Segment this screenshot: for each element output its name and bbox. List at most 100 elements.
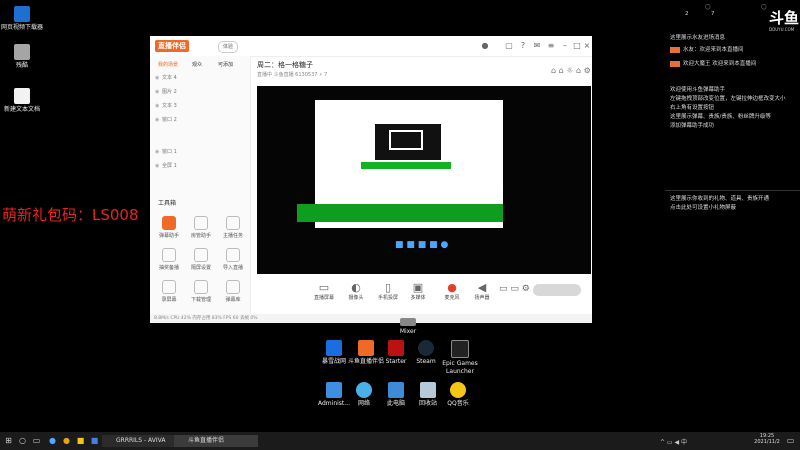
chat-line: 这里展示水友进场消息 <box>670 35 726 41</box>
source-row[interactable]: ◉ 窗口 2 <box>155 114 245 126</box>
search-icon[interactable]: ○ <box>18 436 27 445</box>
tool-danmu-library[interactable]: 弹幕库 <box>218 280 248 303</box>
battlenet-icon <box>326 340 342 356</box>
speaker-icon: ◀ <box>477 281 487 294</box>
close-icon[interactable]: × <box>582 41 592 51</box>
preview-taskbar-icons: ■ ■ ■ ■ ● <box>395 240 449 250</box>
help-icon[interactable]: ? <box>518 41 528 51</box>
main-area: 周二：格一格糖子 直播中 斗鱼直播 6130537 ⚡ 7 ⌂ ⌂ ☼ ⌂ ⚙ … <box>251 56 592 314</box>
tool-import[interactable]: 导入直播 <box>218 248 248 271</box>
network-icon <box>356 382 372 398</box>
preview-green-bar <box>297 204 503 222</box>
live-companion-window: 直播伴侣 体验 ● ▢ ? ✉ ≡ – □ × 我的场景 观众 可添加 ◉ 文本 … <box>150 36 592 323</box>
menu-icon[interactable]: ≡ <box>546 41 556 51</box>
desktop-icon-user[interactable]: 残酷 <box>0 44 44 70</box>
settings-tab[interactable]: ◯ <box>761 4 767 10</box>
tab-my-scene[interactable]: 我的场景 <box>158 61 178 68</box>
phone-icon: ▯ <box>384 281 392 294</box>
douyu-url: DOUYU.COM <box>769 27 795 32</box>
downloader-icon <box>14 6 30 22</box>
task-icon <box>226 216 240 230</box>
microphone-button[interactable]: ● 麦克风 <box>435 281 469 302</box>
chat-line: 这里展示弹幕、贵族/贵族、粉丝牌升级等 <box>670 114 771 120</box>
folder-icon[interactable]: ■ <box>76 436 85 445</box>
mail-icon[interactable]: ✉ <box>532 41 542 51</box>
app-icon[interactable]: ■ <box>90 436 99 445</box>
eye-icon: ◉ <box>155 103 160 109</box>
tool-room-admin[interactable]: 房管助手 <box>186 216 216 239</box>
version-badge[interactable]: 体验 <box>218 41 239 53</box>
chat-line: 右上角有设置按钮 <box>670 105 715 111</box>
tool-download[interactable]: 下载管理 <box>186 280 216 303</box>
tool-record[interactable]: 录屏幕 <box>154 280 184 303</box>
tab-addable[interactable]: 可添加 <box>218 61 233 68</box>
monitor-icon: ▭ <box>318 281 330 294</box>
desktop-icon-video-downloader[interactable]: 网页视频下载器 <box>0 6 44 32</box>
copy-icon[interactable]: ▢ <box>504 41 514 51</box>
notification-icon[interactable]: ▭ <box>786 436 795 445</box>
tool-host-task[interactable]: 主播任务 <box>218 216 248 239</box>
source-row[interactable]: ◉ 窗口 1 <box>155 146 245 158</box>
level-badge <box>670 61 680 67</box>
room-meta: 直播中 斗鱼直播 6130537 ⚡ 7 <box>257 72 328 78</box>
speaker-button[interactable]: ◀ 扬声器 <box>465 281 499 302</box>
tab-audience[interactable]: 观众 <box>192 61 202 68</box>
danmu-tab[interactable]: ◯ <box>705 4 725 14</box>
source-row[interactable]: ◉ 文本 4 <box>155 72 245 84</box>
eye-icon: ◉ <box>155 149 160 155</box>
source-row[interactable]: ◉ 图片 2 <box>155 86 245 98</box>
clock[interactable]: 19:25 2021/11/2 <box>752 433 782 445</box>
toolbox-title: 工具箱 <box>158 200 177 207</box>
tool-danmu-assistant[interactable]: 弹幕助手 <box>154 216 184 239</box>
gift-line: 点击此处可设置小礼物屏蔽 <box>670 205 737 211</box>
maximize-icon[interactable]: □ <box>572 41 582 51</box>
room-action-icons[interactable]: ⌂ ⌂ ☼ ⌂ ⚙ <box>551 66 591 75</box>
douyu-logo: 斗鱼 <box>769 9 800 27</box>
tool-screen-setting[interactable]: 隔屏设置 <box>186 248 216 271</box>
source-row[interactable]: ◉ 文本 3 <box>155 100 245 112</box>
app-logo: 直播伴侣 <box>155 40 189 52</box>
source-camera-button[interactable]: ◐ 摄像头 <box>339 282 373 302</box>
desktop-icon-epic[interactable]: Epic Games Launcher <box>438 340 482 376</box>
minimize-icon[interactable]: – <box>560 41 570 51</box>
douyu-icon <box>358 340 374 356</box>
tool-lottery[interactable]: 抽奖备播 <box>154 248 184 271</box>
starter-icon <box>388 340 404 356</box>
source-row[interactable]: ◉ 全屏 1 <box>155 160 245 172</box>
title-bar: 直播伴侣 体验 ● ▢ ? ✉ ≡ – □ × <box>150 36 592 57</box>
microphone-icon: ● <box>447 281 457 294</box>
task-douyu[interactable]: 斗鱼直播伴侣 <box>174 435 258 447</box>
desktop-icon-mixer[interactable]: Mixer <box>386 318 430 336</box>
chrome-icon[interactable]: ● <box>62 436 71 445</box>
avatar-icon[interactable]: ● <box>480 41 490 51</box>
follower-count: 2 <box>685 11 689 17</box>
edge-icon[interactable]: ● <box>48 436 57 445</box>
room-title: 周二：格一格糖子 <box>257 61 313 69</box>
viewer-count: 7 <box>711 11 715 17</box>
user-avatar-icon <box>14 44 30 60</box>
extra-control-icons[interactable]: ▭ ▭ ⚙ <box>499 284 530 294</box>
chat-line: 水友：欢迎来到本直播间 <box>683 47 744 53</box>
start-live-button[interactable] <box>533 284 581 296</box>
system-tray-icons[interactable]: ^ ▭ ◀ 中 <box>660 437 687 446</box>
eye-icon: ◉ <box>155 75 160 81</box>
stream-preview: ■ ■ ■ ■ ● <box>257 86 591 274</box>
mixer-icon <box>400 318 416 326</box>
task-view-icon[interactable]: ▭ <box>32 436 41 445</box>
gift-line: 这里展示你收到的礼物、道具、贵族开通 <box>670 196 770 202</box>
download-manager-icon <box>194 280 208 294</box>
source-phone-button[interactable]: ▯ 手机投屏 <box>371 281 405 302</box>
chat-line: 欢迎使用斗鱼弹幕助手 <box>670 87 726 93</box>
desktop-icon-qqmusic[interactable]: QQ音乐 <box>436 382 480 408</box>
level-badge <box>670 47 680 53</box>
record-icon <box>162 280 176 294</box>
steam-icon <box>418 340 434 356</box>
library-icon <box>226 280 240 294</box>
qqmusic-icon <box>450 382 466 398</box>
desktop-icon-text-document[interactable]: 新建文本文档 <box>0 88 44 114</box>
source-screen-button[interactable]: ▭ 直播屏幕 <box>307 281 341 302</box>
computer-icon <box>388 382 404 398</box>
windows-start-icon[interactable]: ⊞ <box>4 436 13 445</box>
chat-line: 左键拖拽顶部改变位置，左键拉伸边框改变大小 <box>670 96 786 102</box>
source-media-button[interactable]: ▣ 多媒体 <box>401 282 435 302</box>
